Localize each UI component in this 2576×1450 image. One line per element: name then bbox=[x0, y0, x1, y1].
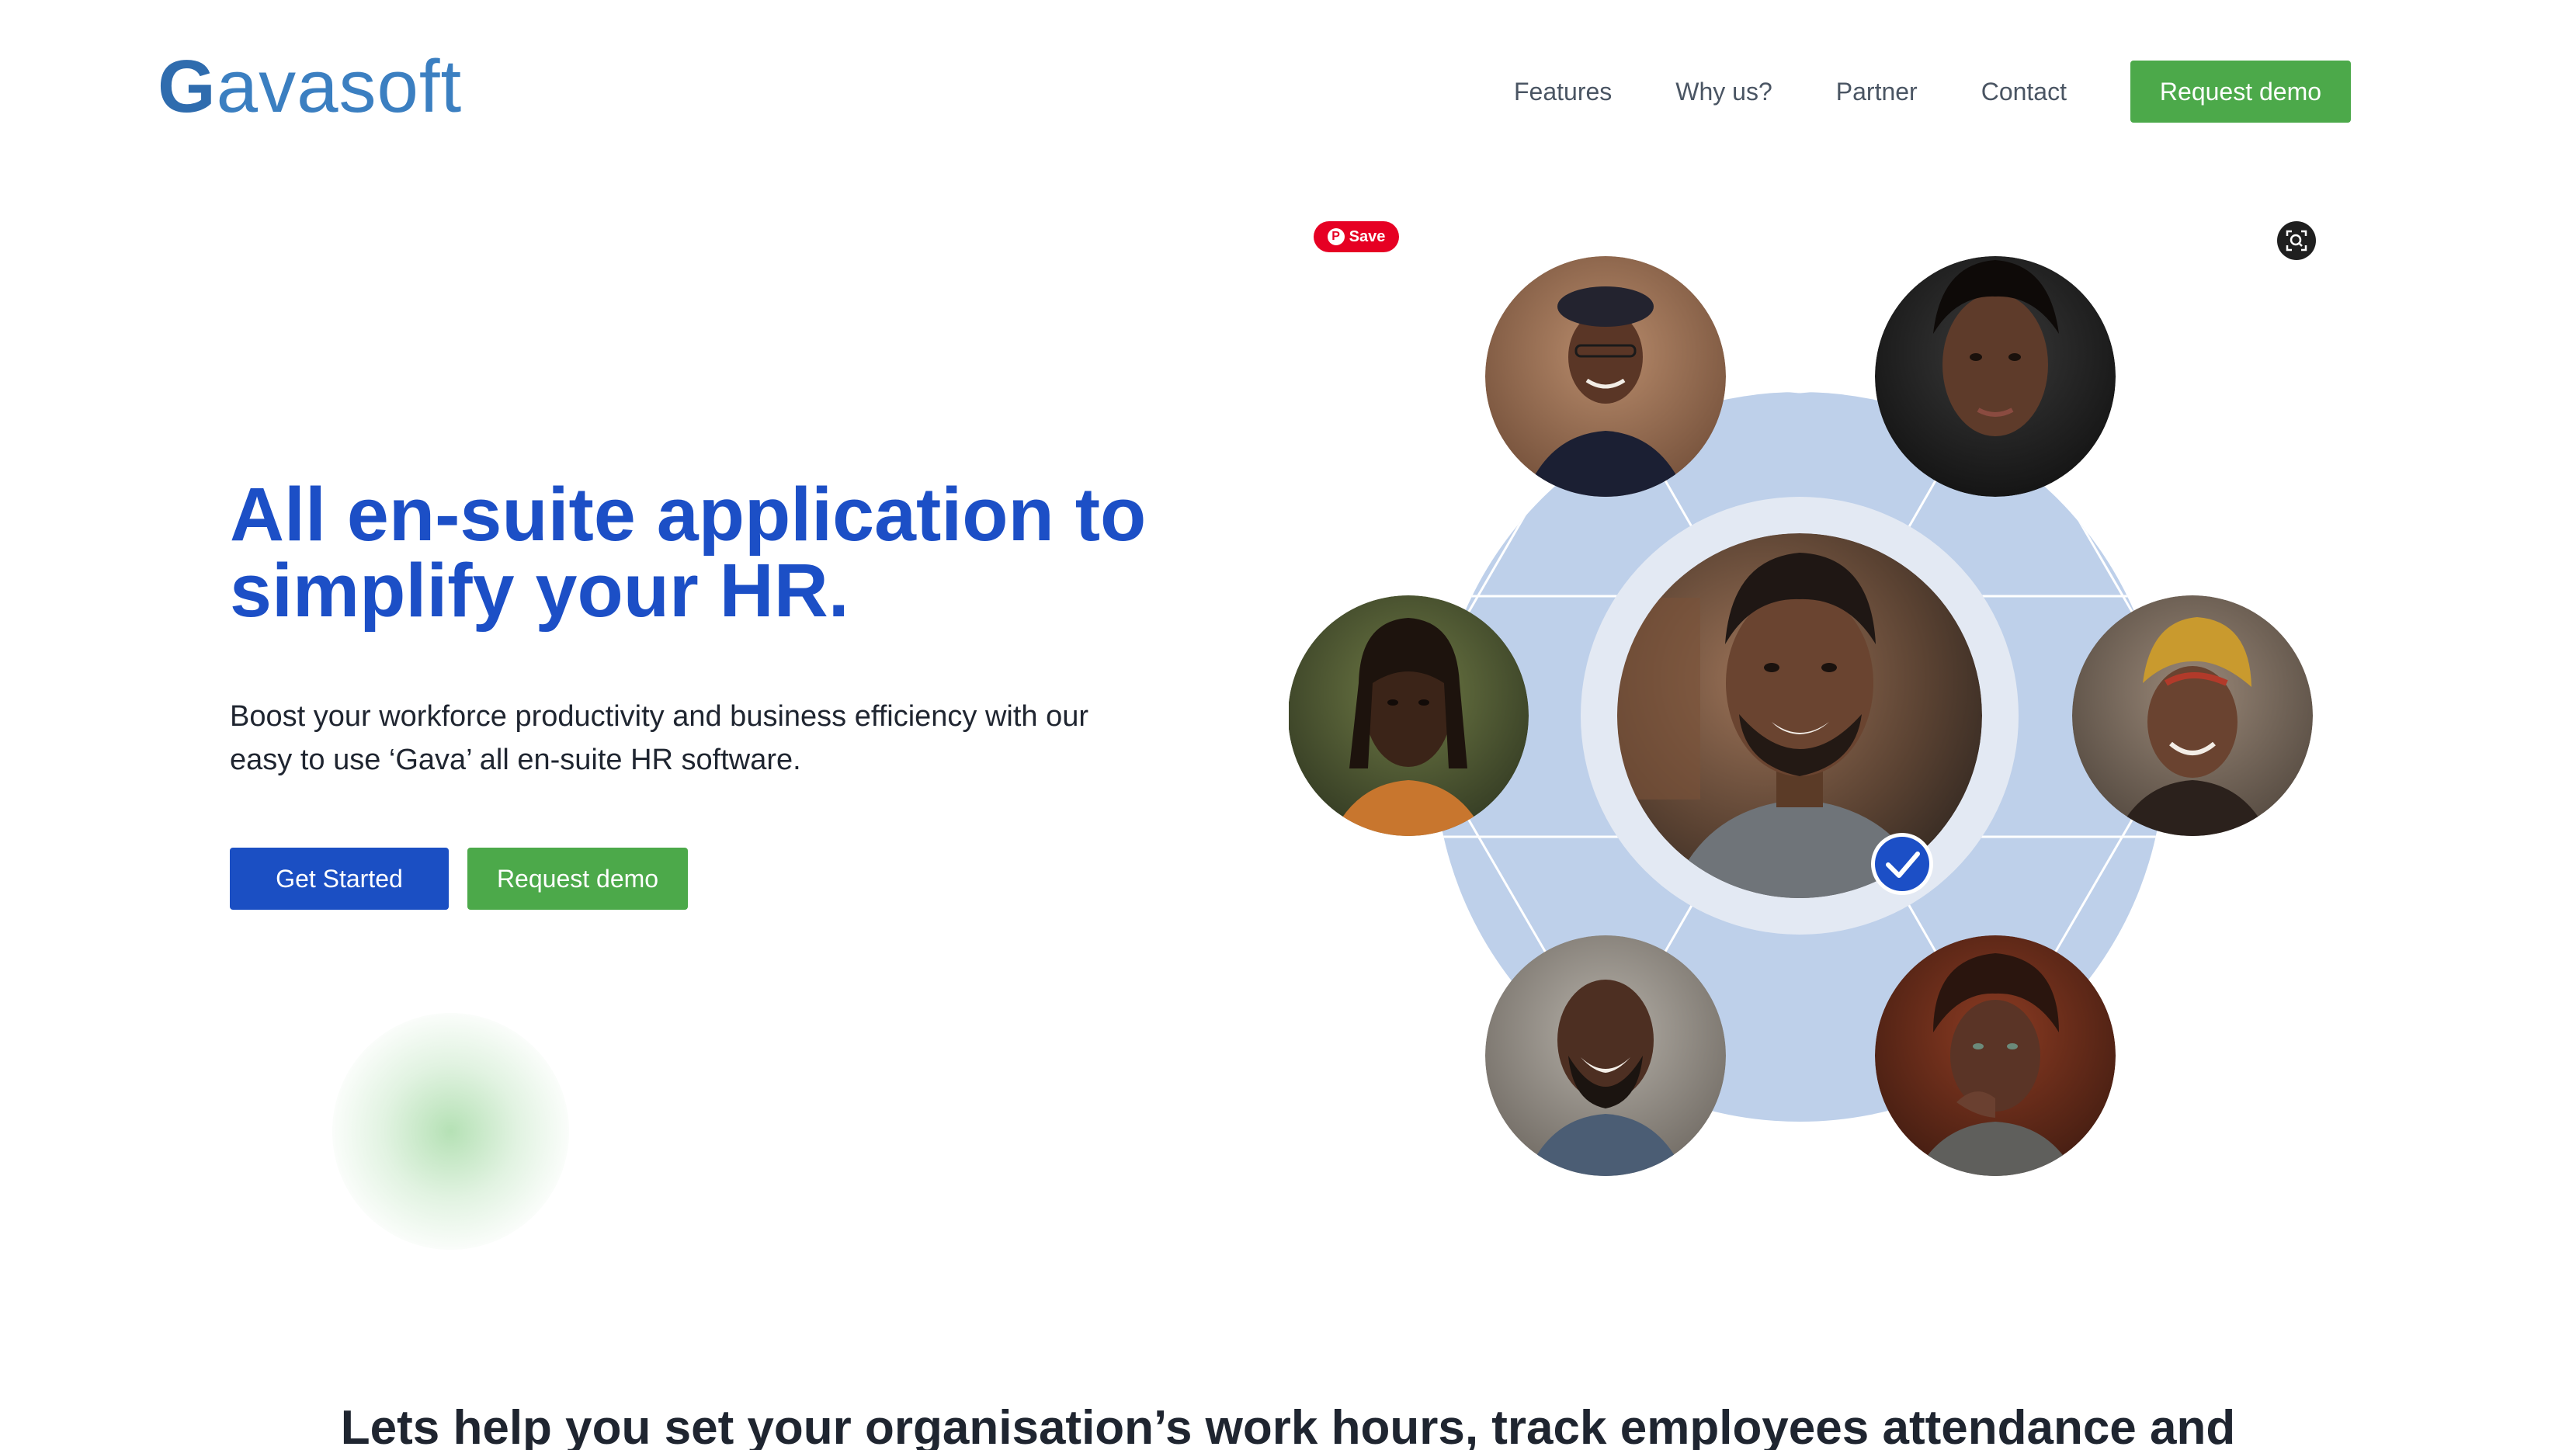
main-nav: Features Why us? Partner Contact Request… bbox=[1514, 60, 2351, 123]
save-label: Save bbox=[1349, 227, 1386, 245]
hero-request-demo-button[interactable]: Request demo bbox=[467, 848, 688, 910]
nav-link-why-us[interactable]: Why us? bbox=[1675, 78, 1772, 106]
avatar-bottom-right bbox=[1875, 935, 2116, 1176]
visual-search-icon bbox=[2286, 230, 2307, 251]
pinterest-save-button[interactable]: P Save bbox=[1314, 221, 1399, 252]
gavasoft-logo[interactable]: Gavasoft bbox=[158, 48, 462, 126]
logo-initial: G bbox=[158, 45, 217, 128]
nav-link-contact[interactable]: Contact bbox=[1981, 78, 2067, 106]
hero-buttons: Get Started Request demo bbox=[230, 848, 688, 910]
decorative-green-blob bbox=[332, 1013, 569, 1250]
team-illustration bbox=[1289, 256, 2313, 1176]
get-started-button[interactable]: Get Started bbox=[230, 848, 449, 910]
avatar-top-right bbox=[1875, 256, 2116, 497]
nav-link-features[interactable]: Features bbox=[1514, 78, 1612, 106]
hero-description: Boost your workforce productivity and bu… bbox=[230, 700, 1089, 776]
logo-wordmark: avasoft bbox=[216, 45, 463, 128]
nav-link-partner[interactable]: Partner bbox=[1836, 78, 1918, 106]
visual-search-button[interactable] bbox=[2277, 221, 2316, 260]
nav-request-demo-button[interactable]: Request demo bbox=[2130, 61, 2351, 123]
section-heading: Lets help you set your organisation’s wo… bbox=[340, 1401, 2236, 1450]
check-icon bbox=[1871, 833, 1933, 895]
avatar-bottom-left bbox=[1485, 935, 1726, 1176]
hero-title: All en-suite application to simplify you… bbox=[230, 472, 1147, 633]
pinterest-icon: P bbox=[1327, 228, 1345, 245]
